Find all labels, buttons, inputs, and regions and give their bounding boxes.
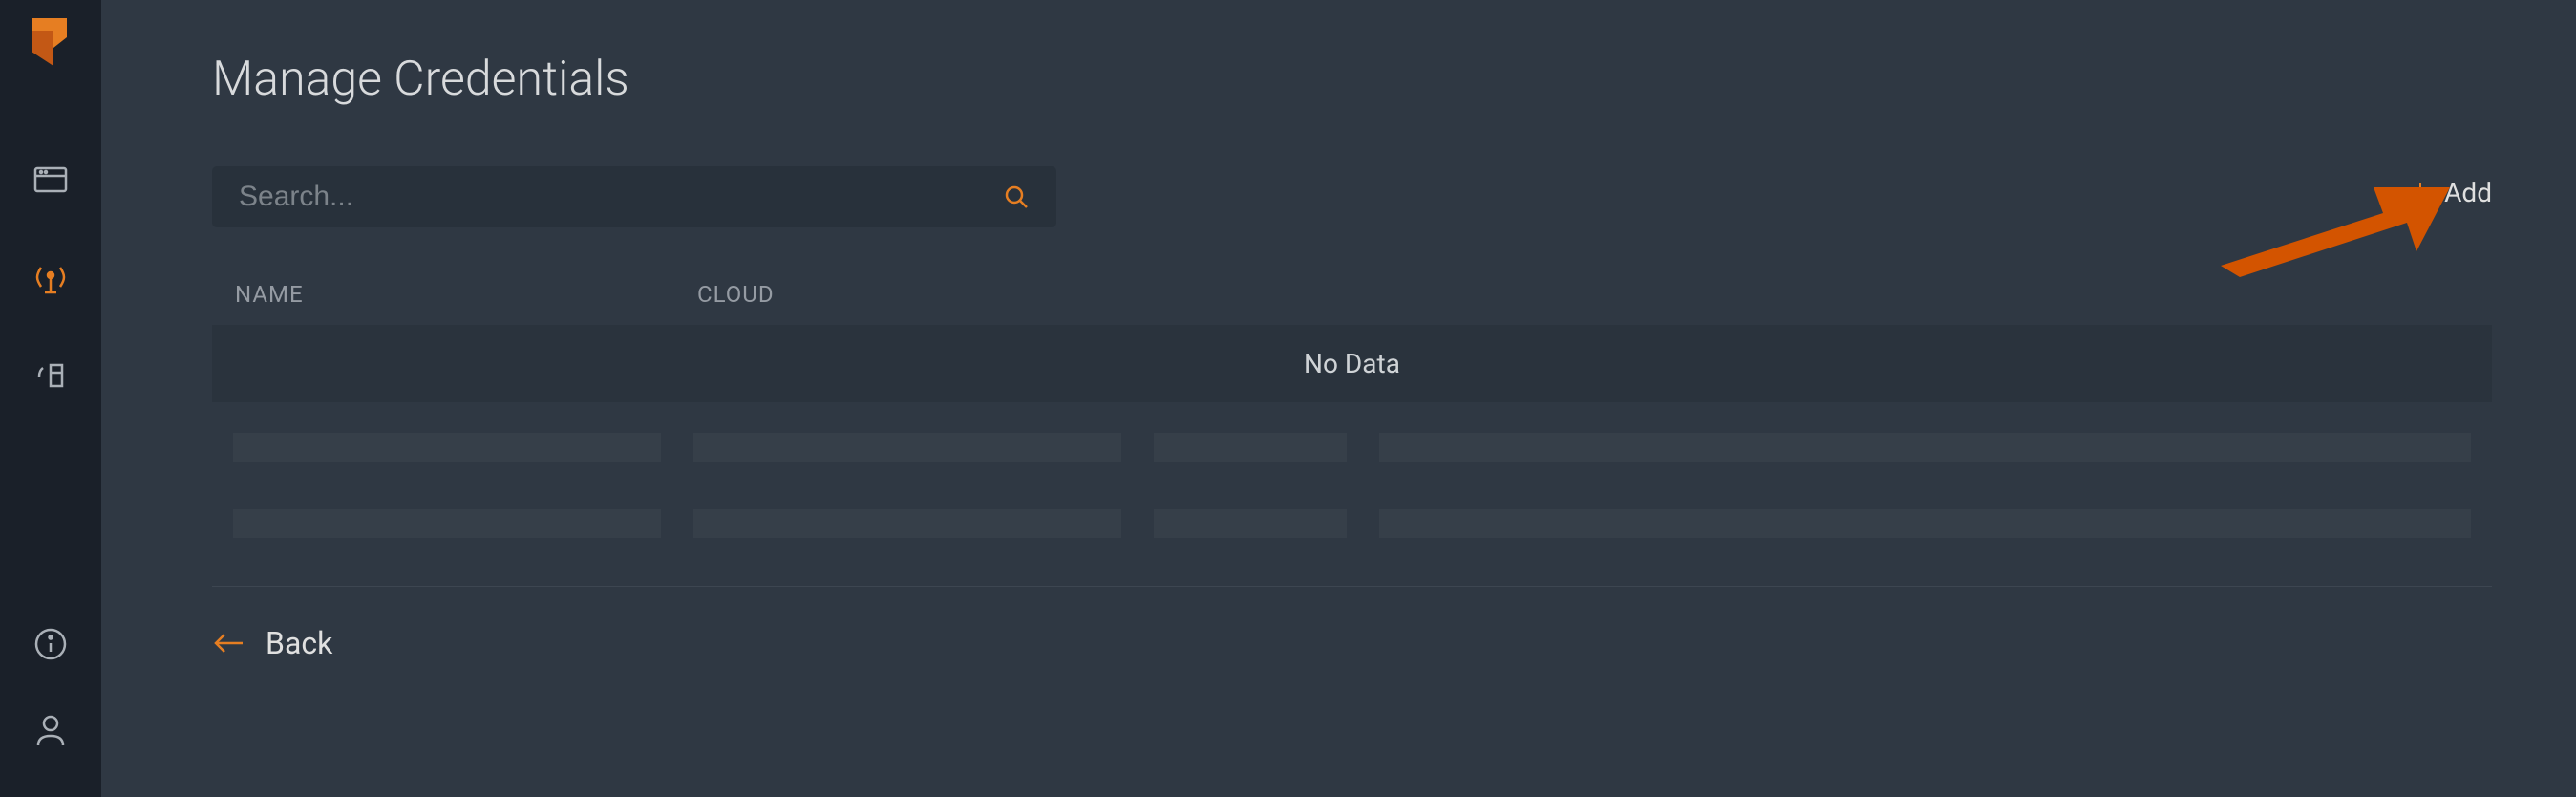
brand-logo[interactable] — [27, 13, 75, 75]
arrow-left-icon — [212, 630, 245, 657]
skeleton-placeholder — [693, 509, 1121, 538]
column-header-name[interactable]: NAME — [235, 281, 697, 308]
antenna-icon[interactable] — [32, 258, 70, 296]
add-button-label: Add — [2444, 177, 2492, 208]
skeleton-row — [212, 509, 2492, 538]
main-content: Manage Credentials Add NAME CLO — [101, 0, 2576, 797]
search-box[interactable] — [212, 166, 1056, 227]
skeleton-placeholder — [233, 433, 661, 462]
info-icon[interactable] — [32, 625, 70, 663]
lighthouse-icon[interactable] — [32, 355, 70, 394]
search-input[interactable] — [239, 181, 1003, 213]
table-header: NAME CLOUD — [212, 281, 2492, 325]
sidebar — [0, 0, 101, 797]
window-icon[interactable] — [32, 161, 70, 199]
skeleton-placeholder — [1379, 433, 2471, 462]
empty-state-message: No Data — [212, 325, 2492, 402]
search-icon — [1003, 183, 1030, 210]
skeleton-placeholder — [233, 509, 661, 538]
skeleton-placeholder — [1154, 509, 1347, 538]
skeleton-row — [212, 433, 2492, 462]
toolbar: Add — [212, 166, 2492, 227]
page-title: Manage Credentials — [212, 52, 2492, 107]
column-header-cloud[interactable]: CLOUD — [697, 281, 2469, 308]
skeleton-placeholder — [693, 433, 1121, 462]
user-icon[interactable] — [32, 711, 70, 749]
divider — [212, 586, 2492, 587]
skeleton-placeholder — [1379, 509, 2471, 538]
back-link[interactable]: Back — [212, 625, 332, 661]
skeleton-placeholder — [1154, 433, 1347, 462]
back-link-label: Back — [266, 625, 332, 661]
plus-icon — [2410, 182, 2431, 203]
add-button[interactable]: Add — [2410, 177, 2492, 208]
